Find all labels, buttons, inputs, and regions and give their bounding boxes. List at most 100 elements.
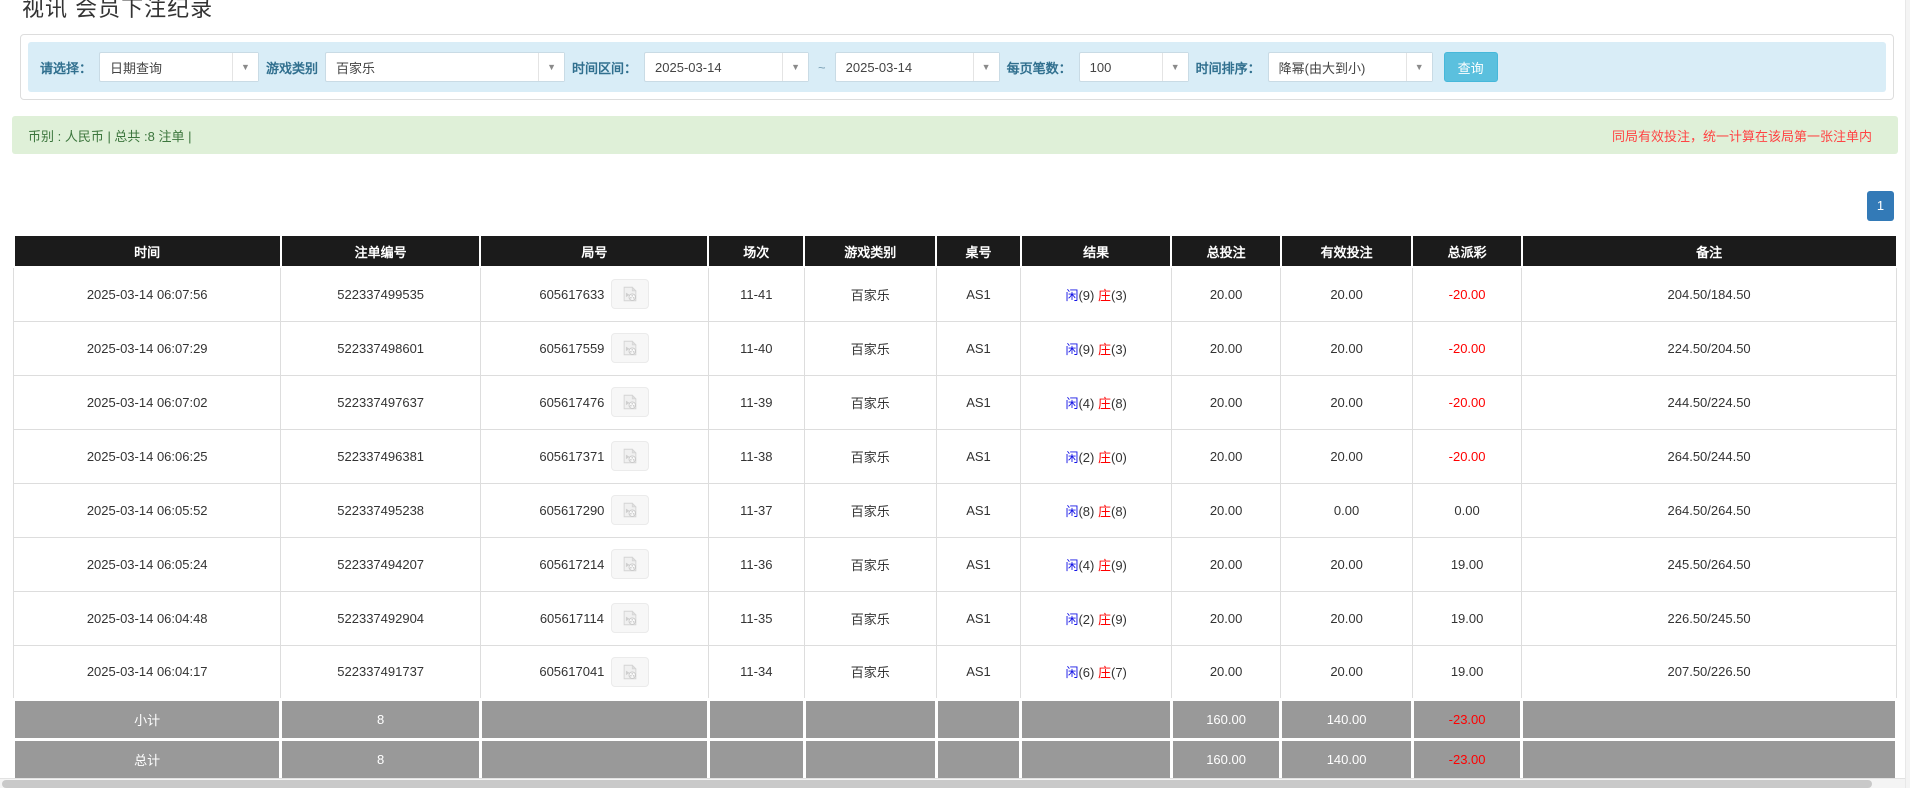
table-no: AS1 [936, 591, 1021, 645]
filter-panel: 请选择： 日期查询 ▼ 游戏类别 百家乐 ▼ 时间区间： 2025-03-14 … [20, 34, 1894, 100]
table-row: 2025-03-14 06:04:48 522337492904 6056171… [14, 591, 1897, 645]
bet-time: 2025-03-14 06:05:52 [14, 483, 281, 537]
col-valid-bet: 有效投注 [1281, 235, 1413, 267]
banker-result: 庄(0) [1098, 450, 1127, 465]
table-no: AS1 [936, 321, 1021, 375]
round-id-cell: 605617633 [480, 267, 708, 321]
table-no: AS1 [936, 429, 1021, 483]
player-result: 闲(2) [1065, 612, 1094, 627]
bet-time: 2025-03-14 06:06:25 [14, 429, 281, 483]
round-id: 605617114 [540, 611, 604, 626]
video-replay-icon [621, 447, 639, 465]
bet-id: 522337496381 [281, 429, 481, 483]
col-game-type: 游戏类别 [804, 235, 936, 267]
banker-result: 庄(8) [1098, 396, 1127, 411]
video-replay-button[interactable] [611, 657, 649, 687]
game-type: 百家乐 [804, 429, 936, 483]
subtotal-total-bet: 160.00 [1171, 699, 1280, 739]
banker-result: 庄(3) [1098, 288, 1127, 303]
player-result: 闲(6) [1065, 665, 1094, 680]
video-replay-icon [621, 501, 639, 519]
pagination: 1 [12, 191, 1898, 221]
chevron-down-icon[interactable]: ▼ [973, 53, 999, 81]
banker-result: 庄(8) [1098, 504, 1127, 519]
table-row: 2025-03-14 06:05:24 522337494207 6056172… [14, 537, 1897, 591]
sort-order-select[interactable]: 降幂(由大到小) ▼ [1268, 52, 1433, 82]
bet-id: 522337499535 [281, 267, 481, 321]
vertical-scrollbar[interactable] [1905, 0, 1910, 788]
date-to-select[interactable]: 2025-03-14 ▼ [835, 52, 1000, 82]
table-no: AS1 [936, 645, 1021, 699]
player-result: 闲(4) [1065, 396, 1094, 411]
bet-time: 2025-03-14 06:07:56 [14, 267, 281, 321]
video-replay-icon [621, 339, 639, 357]
horizontal-scrollbar-thumb[interactable] [2, 780, 1872, 788]
valid-bet: 20.00 [1281, 591, 1413, 645]
result-cell: 闲(9) 庄(3) [1021, 321, 1172, 375]
video-replay-button[interactable] [611, 333, 649, 363]
col-result: 结果 [1021, 235, 1172, 267]
page-title: 视讯 会员下注纪录 [12, 0, 1898, 23]
result-cell: 闲(9) 庄(3) [1021, 267, 1172, 321]
payout: -20.00 [1412, 321, 1521, 375]
payout: 19.00 [1412, 537, 1521, 591]
game-type: 百家乐 [804, 537, 936, 591]
game-type: 百家乐 [804, 591, 936, 645]
page-button-1[interactable]: 1 [1867, 191, 1894, 221]
game-type: 百家乐 [804, 321, 936, 375]
date-range-label: 时间区间： [572, 58, 637, 77]
player-result: 闲(9) [1065, 288, 1094, 303]
bet-time: 2025-03-14 06:04:17 [14, 645, 281, 699]
video-replay-button[interactable] [611, 441, 649, 471]
video-replay-button[interactable] [611, 387, 649, 417]
total-total-bet: 160.00 [1171, 739, 1280, 779]
query-mode-select[interactable]: 日期查询 ▼ [99, 52, 259, 82]
chevron-down-icon[interactable]: ▼ [1162, 53, 1188, 81]
video-replay-icon [621, 393, 639, 411]
remark: 245.50/264.50 [1522, 537, 1897, 591]
search-button[interactable]: 查询 [1444, 52, 1498, 82]
video-replay-icon [621, 285, 639, 303]
date-from-select[interactable]: 2025-03-14 ▼ [644, 52, 809, 82]
round-id-cell: 605617041 [480, 645, 708, 699]
table-body: 2025-03-14 06:07:56 522337499535 6056176… [14, 267, 1897, 699]
session-no: 11-35 [708, 591, 804, 645]
table-no: AS1 [936, 483, 1021, 537]
round-id-cell: 605617559 [480, 321, 708, 375]
query-mode-label: 请选择： [40, 58, 92, 77]
round-id: 605617476 [539, 395, 604, 410]
video-replay-button[interactable] [611, 549, 649, 579]
player-result: 闲(4) [1065, 558, 1094, 573]
round-id: 605617371 [539, 449, 604, 464]
page-size-value: 100 [1080, 53, 1162, 81]
remark: 264.50/264.50 [1522, 483, 1897, 537]
session-no: 11-41 [708, 267, 804, 321]
bet-id: 522337495238 [281, 483, 481, 537]
video-replay-button[interactable] [611, 603, 649, 633]
bet-id: 522337497637 [281, 375, 481, 429]
table-row: 2025-03-14 06:06:25 522337496381 6056173… [14, 429, 1897, 483]
subtotal-count: 8 [281, 699, 481, 739]
currency-total-text: 币别 : 人民币 | 总共 :8 注单 | [28, 126, 192, 145]
page-size-select[interactable]: 100 ▼ [1079, 52, 1189, 82]
total-bet: 20.00 [1171, 267, 1280, 321]
chevron-down-icon[interactable]: ▼ [232, 53, 258, 81]
game-type-select[interactable]: 百家乐 ▼ [325, 52, 565, 82]
video-replay-icon [621, 609, 639, 627]
round-id-cell: 605617214 [480, 537, 708, 591]
total-bet: 20.00 [1171, 537, 1280, 591]
chevron-down-icon[interactable]: ▼ [782, 53, 808, 81]
query-mode-value: 日期查询 [100, 53, 232, 81]
round-id: 605617041 [539, 664, 604, 679]
col-total-bet: 总投注 [1171, 235, 1280, 267]
chevron-down-icon[interactable]: ▼ [538, 53, 564, 81]
video-replay-icon [621, 663, 639, 681]
horizontal-scrollbar[interactable] [0, 778, 1910, 788]
chevron-down-icon[interactable]: ▼ [1406, 53, 1432, 81]
video-replay-button[interactable] [611, 495, 649, 525]
game-type: 百家乐 [804, 645, 936, 699]
remark: 226.50/245.50 [1522, 591, 1897, 645]
video-replay-button[interactable] [611, 279, 649, 309]
banker-result: 庄(7) [1098, 665, 1127, 680]
game-type: 百家乐 [804, 267, 936, 321]
